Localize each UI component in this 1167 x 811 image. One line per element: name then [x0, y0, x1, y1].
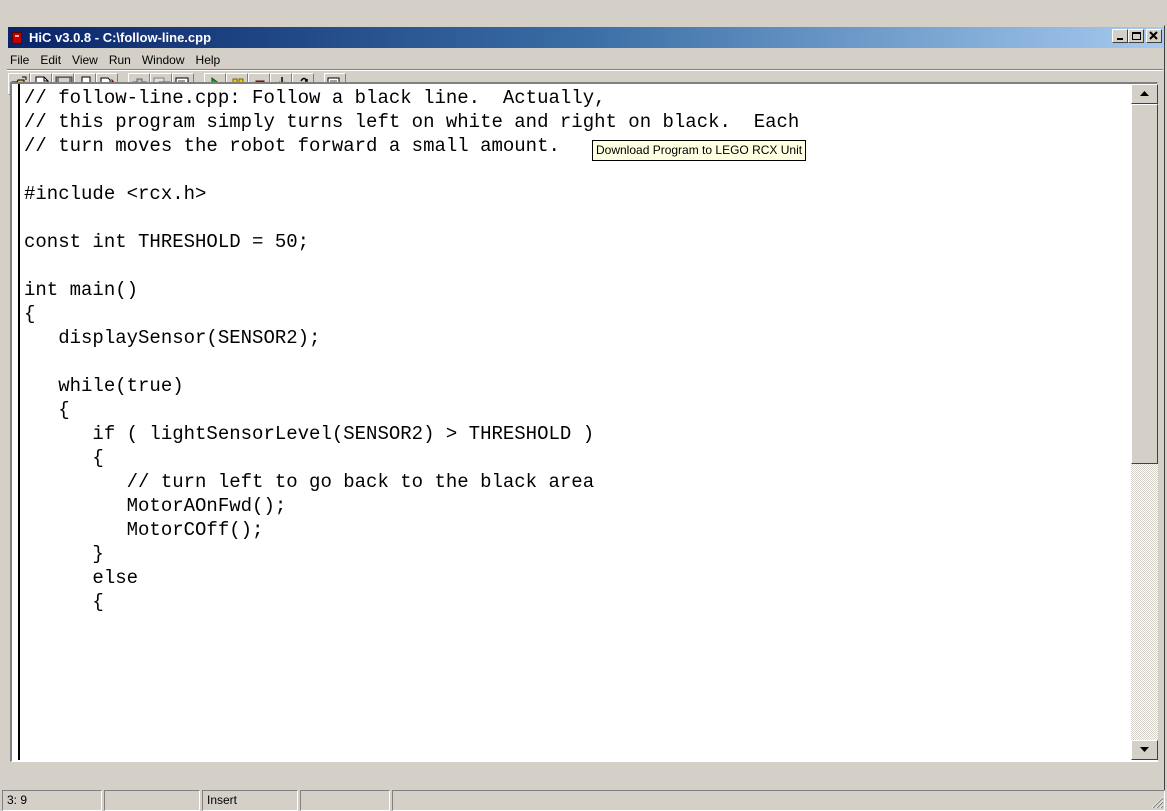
code-line: // this program simply turns left on whi…: [24, 111, 800, 133]
menu-window[interactable]: Window: [137, 51, 191, 69]
code-line: MotorAOnFwd();: [24, 495, 287, 517]
arrow-up-icon: [1140, 91, 1149, 96]
menubar-divider: [7, 69, 1163, 71]
code-line: {: [24, 447, 104, 469]
code-line: else: [24, 567, 139, 589]
menu-bar: File Edit View Run Window Help: [8, 50, 1164, 70]
caption-buttons: [1112, 29, 1162, 43]
close-icon: [1149, 31, 1158, 40]
code-line: #include <rcx.h>: [24, 183, 207, 205]
menu-file[interactable]: File: [8, 51, 35, 69]
app-icon[interactable]: [12, 32, 22, 44]
code-line: while(true): [24, 375, 184, 397]
status-panel-5: [392, 790, 1165, 811]
code-line: {: [24, 303, 36, 325]
arrow-down-icon: [1140, 747, 1149, 752]
code-line: MotorCOff();: [24, 519, 264, 541]
code-line: // follow-line.cpp: Follow a black line.…: [24, 87, 606, 109]
code-line: }: [24, 543, 104, 565]
edit-mode: Insert: [202, 790, 298, 811]
maximize-icon: [1132, 32, 1141, 40]
status-bar: 3: 9 Insert: [0, 788, 1167, 811]
menu-run[interactable]: Run: [104, 51, 137, 69]
cursor-position: 3: 9: [2, 790, 102, 811]
scroll-down-button[interactable]: [1131, 740, 1158, 760]
status-panel-2: [104, 790, 200, 811]
code-line: // turn moves the robot forward a small …: [24, 135, 560, 157]
tooltip: Download Program to LEGO RCX Unit: [592, 140, 807, 161]
status-panel-4: [300, 790, 390, 811]
menu-edit[interactable]: Edit: [35, 51, 67, 69]
scroll-thumb[interactable]: [1131, 104, 1158, 464]
code-line: if ( lightSensorLevel(SENSOR2) > THRESHO…: [24, 423, 595, 445]
code-line: // turn left to go back to the black are…: [24, 471, 595, 493]
vertical-scrollbar[interactable]: [1131, 84, 1158, 760]
code-line: int main(): [24, 279, 139, 301]
minimize-icon: [1117, 38, 1123, 40]
code-line: {: [24, 591, 104, 613]
resize-grip-icon[interactable]: [1150, 795, 1164, 809]
minimize-button[interactable]: [1112, 29, 1128, 43]
code-line: displaySensor(SENSOR2);: [24, 327, 321, 349]
menu-help[interactable]: Help: [191, 51, 227, 69]
code-editor[interactable]: // follow-line.cpp: Follow a black line.…: [18, 84, 1128, 760]
scroll-up-button[interactable]: [1131, 84, 1158, 104]
window-title: HiC v3.0.8 - C:\follow-line.cpp: [29, 30, 212, 45]
title-bar[interactable]: HiC v3.0.8 - C:\follow-line.cpp: [8, 27, 1164, 48]
menu-view[interactable]: View: [67, 51, 104, 69]
maximize-button[interactable]: [1128, 29, 1144, 43]
code-line: const int THRESHOLD = 50;: [24, 231, 310, 253]
code-line: {: [24, 399, 70, 421]
close-button[interactable]: [1146, 29, 1162, 43]
